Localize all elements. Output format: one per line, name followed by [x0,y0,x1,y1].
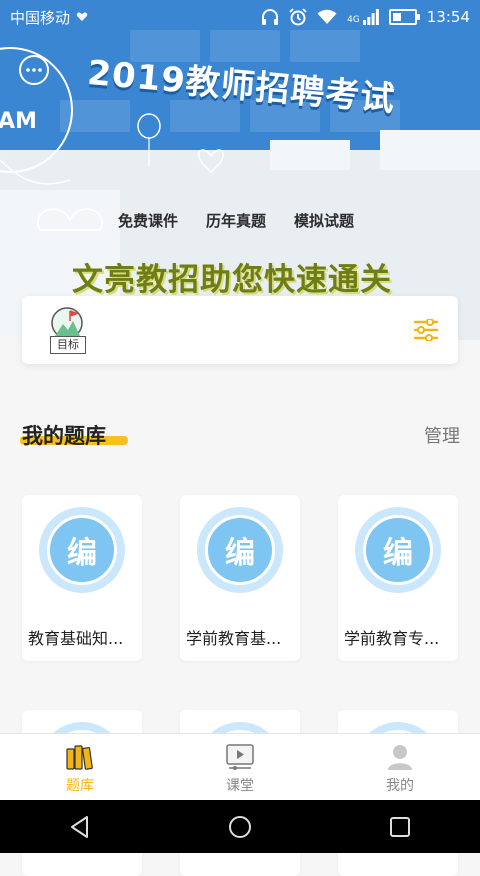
edit-badge-icon: 编 [47,515,117,585]
system-navigation-bar [0,800,480,853]
bank-icon-circle: 编 [39,507,125,593]
alarm-icon [289,8,307,26]
carrier-label: 中国移动 [10,8,71,27]
tab-classroom[interactable]: 课堂 [160,734,320,801]
bank-icon-circle: 编 [355,507,441,593]
section-title: 我的题库 [22,424,106,448]
home-icon[interactable] [227,814,253,840]
doodle-text: AM [0,109,37,134]
question-bank-card[interactable]: 编 学前教育专... [338,495,458,661]
headphones-icon [262,9,279,25]
bottom-tab-bar: 题库 课堂 我的 [0,733,480,801]
tab-question-bank[interactable]: 题库 [0,734,160,801]
bank-name: 教育基础知... [28,629,124,648]
tab-mine[interactable]: 我的 [320,734,480,801]
goal-card[interactable]: 目标 [22,296,458,364]
edit-badge-icon: 编 [205,515,275,585]
network-type-label: 4G [347,15,360,25]
battery-icon [388,9,420,25]
status-bar: 中国移动 4G 13:54 [0,0,480,34]
clock: 13:54 [426,8,470,26]
banner-link-mock-exams: 模拟试题 [294,212,355,230]
filter-sliders-icon[interactable] [414,319,438,341]
signal-icon [362,9,379,25]
bank-name: 学前教育专... [344,629,440,648]
back-icon[interactable] [67,814,93,840]
heart-icon [76,12,88,21]
tab-label: 我的 [386,778,414,794]
wall-brick [290,30,360,62]
tab-label: 题库 [66,778,94,794]
bank-icon-circle: 编 [197,507,283,593]
banner-links: 免费课件 历年真题 模拟试题 [118,210,354,231]
banner-link-past-exams: 历年真题 [206,212,267,230]
person-icon [388,745,412,770]
edit-badge-icon: 编 [363,515,433,585]
goal-label: 目标 [50,336,86,354]
wifi-icon [317,9,337,24]
balloon-heart-doodle [137,113,224,174]
promo-banner[interactable]: AM 2019教师招聘考试 免费课件 历年真题 模拟试题 文亮教招助您快速通关 [0,0,480,340]
video-play-icon [226,744,254,770]
manage-button[interactable]: 管理 [424,422,460,448]
question-bank-card[interactable]: 编 教育基础知... [22,495,142,661]
bank-name: 学前教育基... [186,629,282,648]
question-bank-card[interactable]: 编 学前教育基... [180,495,300,661]
banner-slogan: 文亮教招助您快速通关 [72,262,392,298]
tab-label: 课堂 [226,778,254,794]
books-icon [66,745,93,770]
banner-link-courseware: 免费课件 [118,212,179,230]
recent-apps-icon[interactable] [387,814,413,840]
